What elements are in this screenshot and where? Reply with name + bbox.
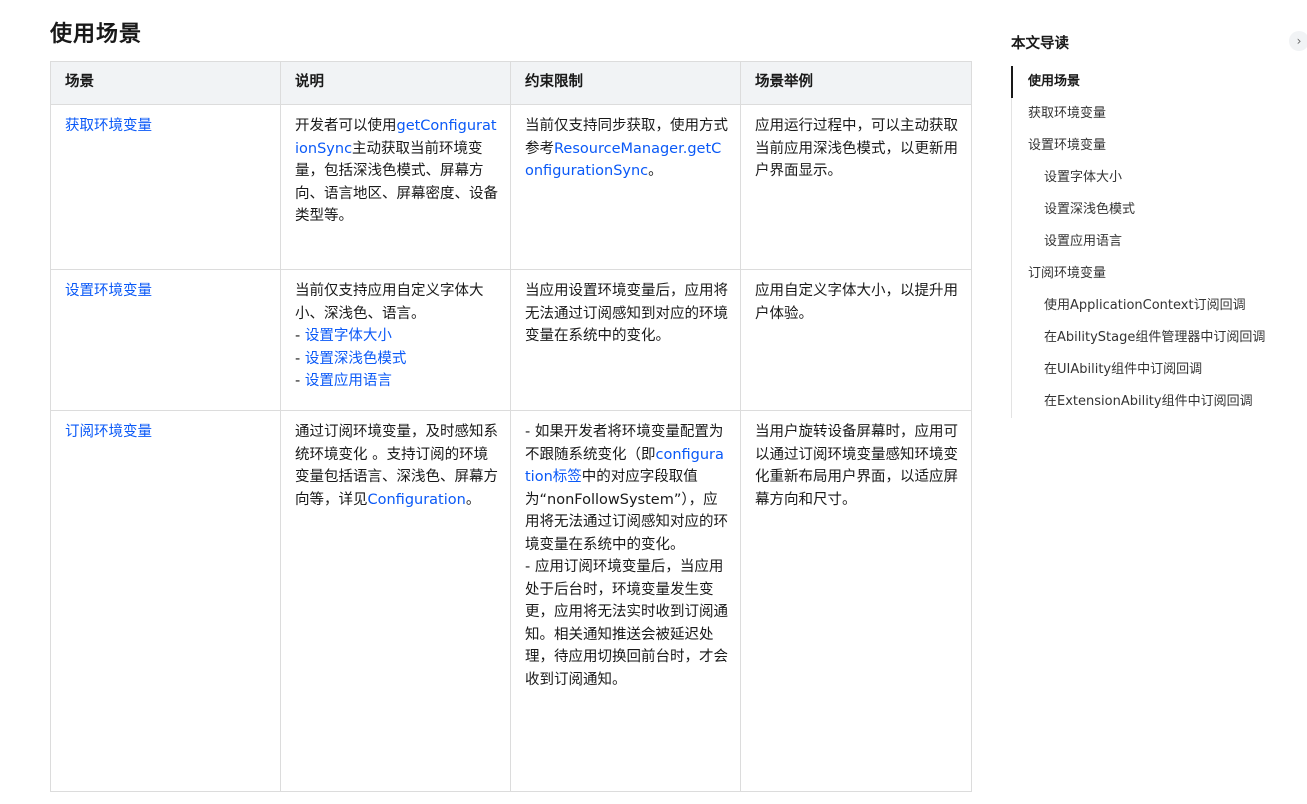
description-text: 。 — [465, 491, 481, 508]
column-header-description: 说明 — [280, 61, 511, 105]
table-of-contents: 使用场景 获取环境变量 设置环境变量 设置字体大小 设置深浅色模式 设置应用语言… — [1011, 66, 1297, 418]
description-text: 当前仅支持应用自定义字体大小、深浅色、语言。 — [295, 283, 484, 322]
example-cell: 应用运行过程中，可以主动获取当前应用深浅色模式，以更新用户界面显示。 — [740, 104, 972, 270]
toc-item-set-env[interactable]: 设置环境变量 — [1012, 130, 1297, 162]
toc-item-set-font-size[interactable]: 设置字体大小 — [1012, 162, 1297, 194]
list-item: - 设置深浅色模式 — [295, 350, 407, 367]
constraint-cell: 当前仅支持同步获取，使用方式参考ResourceManager.getConfi… — [510, 104, 741, 270]
set-app-language-link[interactable]: 设置应用语言 — [305, 373, 392, 389]
constraint-text: 。 — [648, 163, 663, 179]
scene-cell: 获取环境变量 — [50, 104, 281, 270]
scene-link-subscribe-env[interactable]: 订阅环境变量 — [65, 424, 152, 440]
description-cell: 通过订阅环境变量，及时感知系统环境变化 。支持订阅的环境变量包括语言、深浅色、屏… — [280, 410, 511, 792]
scene-link-get-env[interactable]: 获取环境变量 — [65, 118, 152, 134]
column-header-scene: 场景 — [50, 61, 281, 105]
table-row: 获取环境变量 开发者可以使用getConfigurationSync主动获取当前… — [50, 104, 972, 270]
list-item: - 设置字体大小 — [295, 328, 392, 344]
column-header-example: 场景举例 — [740, 61, 972, 105]
description-text: 开发者可以使用 — [295, 118, 397, 134]
constraint-cell: - 如果开发者将环境变量配置为不跟随系统变化（即configuration标签中… — [510, 410, 741, 792]
toc-item-uiability[interactable]: 在UIAbility组件中订阅回调 — [1012, 354, 1297, 386]
scene-link-set-env[interactable]: 设置环境变量 — [65, 283, 152, 299]
toc-title: 本文导读 — [1011, 36, 1069, 52]
list-item: - 设置应用语言 — [295, 373, 392, 389]
toc-item-set-dark-mode[interactable]: 设置深浅色模式 — [1012, 194, 1297, 226]
toc-item-get-env[interactable]: 获取环境变量 — [1012, 98, 1297, 130]
table-row: 设置环境变量 当前仅支持应用自定义字体大小、深浅色、语言。 - 设置字体大小 -… — [50, 269, 972, 411]
toc-item-subscribe-env[interactable]: 订阅环境变量 — [1012, 258, 1297, 290]
scenario-table: 场景 说明 约束限制 场景举例 获取环境变量 开发者可以使用getConfigu… — [50, 61, 972, 792]
toc-item-extensionability[interactable]: 在ExtensionAbility组件中订阅回调 — [1012, 386, 1297, 418]
constraint-cell: 当应用设置环境变量后，应用将无法通过订阅感知到对应的环境变量在系统中的变化。 — [510, 269, 741, 411]
table-header-row: 场景 说明 约束限制 场景举例 — [50, 61, 972, 105]
constraint-paragraph: - 如果开发者将环境变量配置为不跟随系统变化（即configuration标签中… — [525, 421, 728, 556]
page-title: 使用场景 — [50, 22, 143, 47]
configuration-link[interactable]: Configuration — [368, 492, 466, 508]
toc-item-applicationcontext[interactable]: 使用ApplicationContext订阅回调 — [1012, 290, 1297, 322]
table-row: 订阅环境变量 通过订阅环境变量，及时感知系统环境变化 。支持订阅的环境变量包括语… — [50, 410, 972, 792]
scene-cell: 设置环境变量 — [50, 269, 281, 411]
set-font-size-link[interactable]: 设置字体大小 — [305, 328, 392, 344]
toc-item-set-app-language[interactable]: 设置应用语言 — [1012, 226, 1297, 258]
example-cell: 当用户旋转设备屏幕时，应用可以通过订阅环境变量感知环境变化重新布局用户界面，以适… — [740, 410, 972, 792]
description-cell: 开发者可以使用getConfigurationSync主动获取当前环境变量，包括… — [280, 104, 511, 270]
toc-item-usage-scenarios[interactable]: 使用场景 — [1011, 66, 1297, 98]
toc-item-abilitystage[interactable]: 在AbilityStage组件管理器中订阅回调 — [1012, 322, 1297, 354]
description-cell: 当前仅支持应用自定义字体大小、深浅色、语言。 - 设置字体大小 - 设置深浅色模… — [280, 269, 511, 411]
scene-cell: 订阅环境变量 — [50, 410, 281, 792]
column-header-constraints: 约束限制 — [510, 61, 741, 105]
resourcemanager-getconfigurationsync-link[interactable]: ResourceManager.getConfigurationSync — [525, 141, 721, 180]
chevron-right-icon[interactable]: › — [1289, 31, 1307, 51]
set-dark-mode-link[interactable]: 设置深浅色模式 — [305, 351, 407, 367]
constraint-paragraph: - 应用订阅环境变量后，当应用处于后台时，环境变量发生变更，应用将无法实时收到订… — [525, 559, 728, 688]
example-cell: 应用自定义字体大小，以提升用户体验。 — [740, 269, 972, 411]
